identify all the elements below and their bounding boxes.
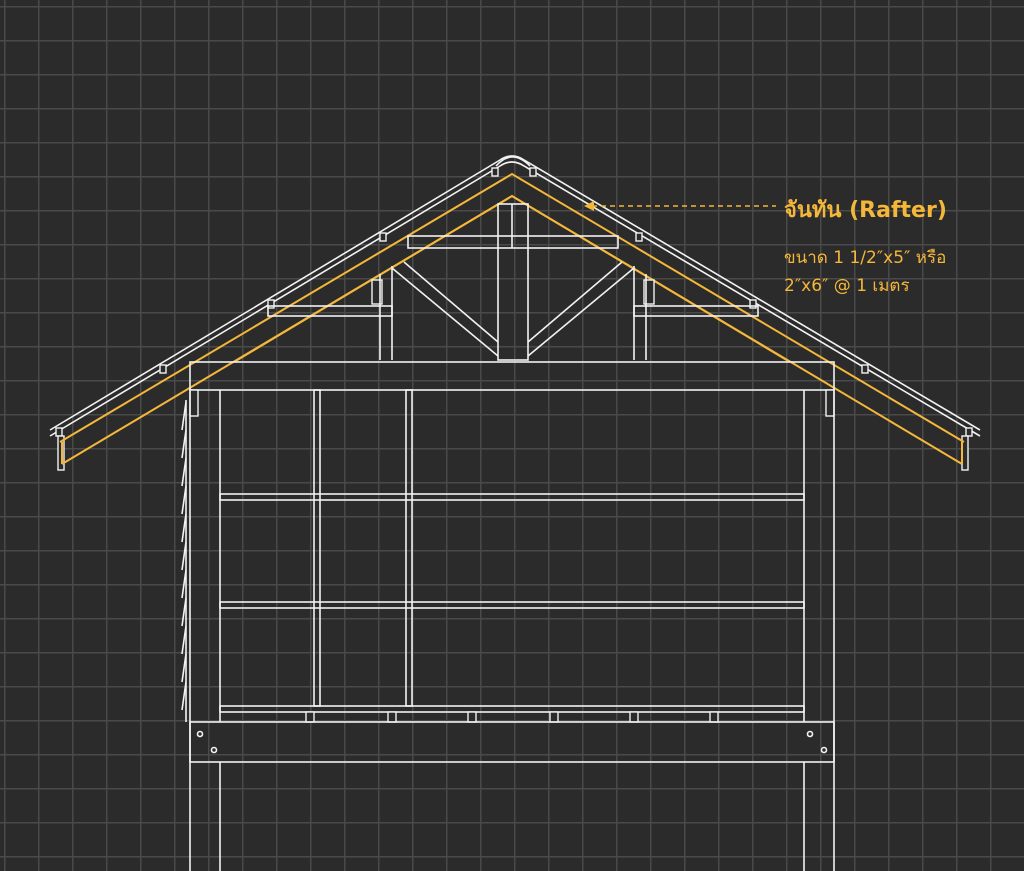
drawing-canvas: จันทัน (Rafter) ขนาด 1 1/2″x5″ หรือ 2″x6… bbox=[0, 0, 1024, 871]
house-section-drawing bbox=[49, 155, 981, 871]
wall-frame bbox=[189, 389, 835, 871]
rafter-leader-line bbox=[584, 201, 776, 211]
wall-siding bbox=[181, 400, 187, 722]
roof-truss bbox=[267, 203, 759, 361]
rafter-size-line2: 2″x6″ @ 1 เมตร bbox=[784, 276, 910, 296]
rafter-size-line1: ขนาด 1 1/2″x5″ หรือ bbox=[784, 248, 947, 268]
rafter-label: จันทัน (Rafter) bbox=[784, 198, 947, 223]
wall-top-beam bbox=[189, 361, 835, 417]
floor-beam bbox=[189, 721, 835, 871]
